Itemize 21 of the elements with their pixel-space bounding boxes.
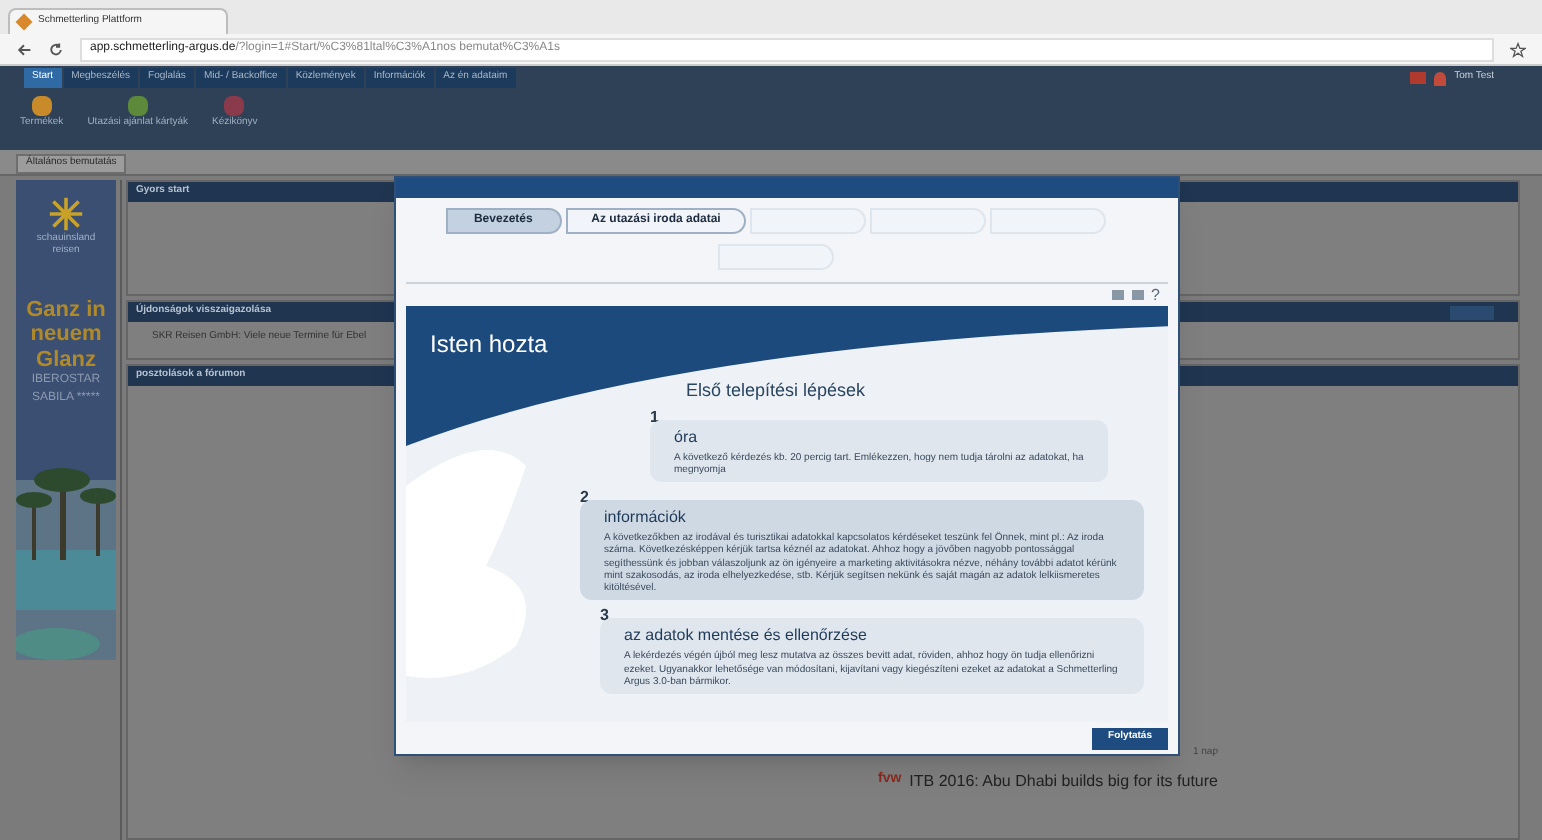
star-icon[interactable]	[1510, 41, 1526, 57]
post-headline[interactable]: ITB 2016: Abu Dhabi builds big for its future	[909, 769, 1218, 793]
step-title: óra	[674, 425, 700, 449]
pager-control[interactable]	[1450, 305, 1494, 319]
step-number: 2	[580, 490, 591, 506]
step-number: 1	[650, 409, 661, 425]
help-icon[interactable]: ?	[1151, 287, 1160, 303]
toolbar-icon	[31, 96, 52, 116]
section-heading: Első telepítési lépések	[686, 378, 868, 404]
step-number: 3	[600, 608, 611, 625]
user-icon	[1434, 71, 1447, 85]
sun-icon	[48, 196, 84, 232]
toolbar-icon	[127, 96, 148, 116]
step-title: az adatok mentése és ellenőrzése	[624, 624, 869, 649]
back-icon[interactable]	[16, 41, 32, 57]
toolbar-icon	[224, 96, 245, 116]
reload-icon[interactable]	[48, 41, 64, 57]
flag-icon[interactable]	[1410, 72, 1427, 84]
welcome-title: Isten hozta	[430, 328, 550, 362]
ad-headline: Ganz in neuem Glanz	[24, 297, 108, 373]
step-title: információk	[604, 506, 688, 530]
